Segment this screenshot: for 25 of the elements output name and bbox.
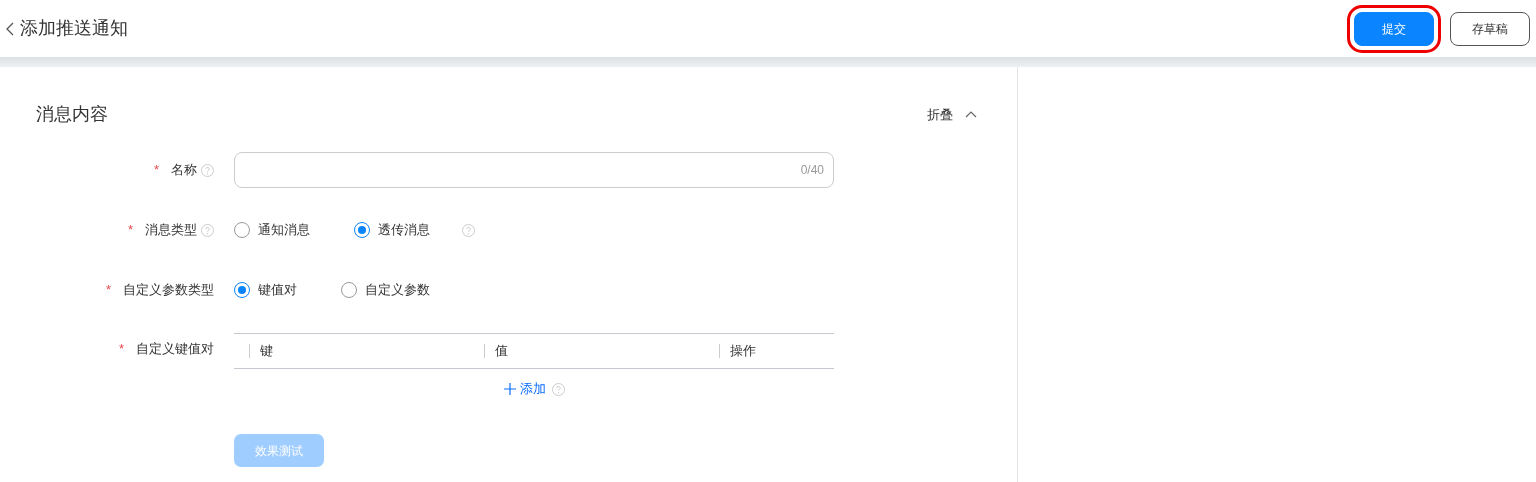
- required-mark: *: [105, 281, 111, 300]
- column-header: 键: [249, 344, 484, 358]
- back-icon[interactable]: [6, 21, 14, 36]
- required-mark: *: [118, 340, 124, 358]
- field-label: 自定义键值对: [136, 340, 214, 358]
- plus-icon: [503, 383, 516, 395]
- radio-option[interactable]: 键值对: [234, 280, 297, 300]
- required-mark: *: [153, 161, 159, 180]
- draft-button[interactable]: 存草稿: [1450, 11, 1530, 46]
- help-icon: [551, 382, 565, 396]
- chevron-icon: [965, 110, 977, 119]
- char-counter: 0/40: [800, 162, 824, 179]
- page-title: 添加推送通知: [20, 17, 128, 40]
- section-title: 消息内容: [36, 103, 108, 126]
- required-mark: *: [127, 221, 133, 240]
- column-header: 值: [484, 344, 719, 358]
- field-label: 名称: [171, 161, 197, 180]
- radio-option[interactable]: 通知消息: [234, 220, 310, 240]
- radio-option[interactable]: 透传消息: [354, 220, 430, 240]
- column-header: 操作: [719, 344, 756, 358]
- add-button[interactable]: 添加: [503, 379, 546, 399]
- field-label: 消息类型: [145, 221, 197, 240]
- radio-option[interactable]: 自定义参数: [341, 280, 430, 300]
- field-label: 自定义参数类型: [123, 281, 214, 300]
- collapse-toggle[interactable]: 折叠: [926, 104, 977, 125]
